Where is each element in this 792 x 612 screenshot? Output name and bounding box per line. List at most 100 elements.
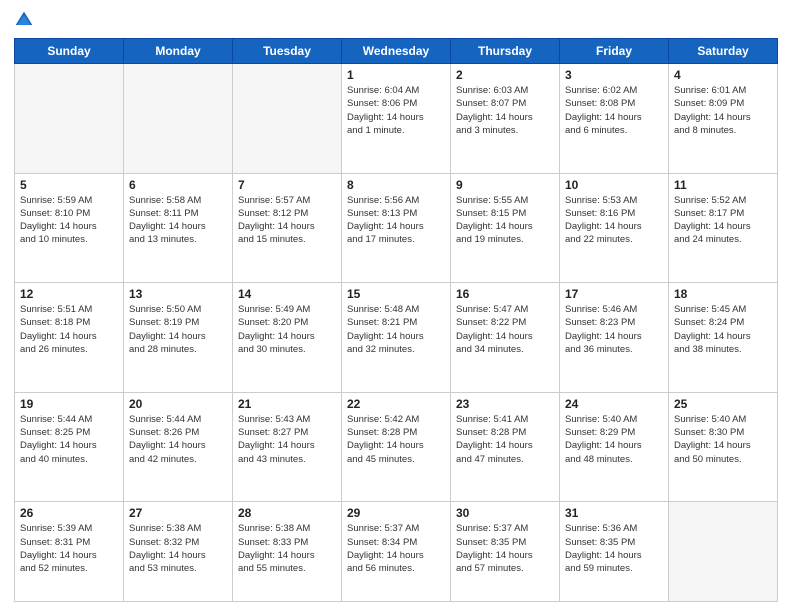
- calendar-cell: 26 Sunrise: 5:39 AMSunset: 8:31 PMDayligh…: [15, 502, 124, 602]
- day-info: Sunrise: 6:01 AMSunset: 8:09 PMDaylight:…: [674, 84, 772, 137]
- calendar-cell: [124, 64, 233, 174]
- day-info: Sunrise: 5:55 AMSunset: 8:15 PMDaylight:…: [456, 194, 554, 247]
- calendar-cell: 11 Sunrise: 5:52 AMSunset: 8:17 PMDayligh…: [669, 173, 778, 283]
- day-number: 11: [674, 178, 772, 192]
- day-number: 22: [347, 397, 445, 411]
- calendar-cell: 19 Sunrise: 5:44 AMSunset: 8:25 PMDayligh…: [15, 392, 124, 502]
- day-number: 21: [238, 397, 336, 411]
- day-info: Sunrise: 5:46 AMSunset: 8:23 PMDaylight:…: [565, 303, 663, 356]
- weekday-header-friday: Friday: [560, 39, 669, 64]
- calendar-cell: 28 Sunrise: 5:38 AMSunset: 8:33 PMDayligh…: [233, 502, 342, 602]
- week-row-3: 19 Sunrise: 5:44 AMSunset: 8:25 PMDayligh…: [15, 392, 778, 502]
- calendar-cell: 2Sunrise: 6:03 AMSunset: 8:07 PMDaylight…: [451, 64, 560, 174]
- day-info: Sunrise: 5:40 AMSunset: 8:29 PMDaylight:…: [565, 413, 663, 466]
- calendar-cell: 7 Sunrise: 5:57 AMSunset: 8:12 PMDaylight…: [233, 173, 342, 283]
- day-number: 18: [674, 287, 772, 301]
- week-row-4: 26 Sunrise: 5:39 AMSunset: 8:31 PMDayligh…: [15, 502, 778, 602]
- calendar-cell: 25 Sunrise: 5:40 AMSunset: 8:30 PMDayligh…: [669, 392, 778, 502]
- day-number: 2: [456, 68, 554, 82]
- header: [14, 10, 778, 30]
- weekday-header-monday: Monday: [124, 39, 233, 64]
- day-info: Sunrise: 5:40 AMSunset: 8:30 PMDaylight:…: [674, 413, 772, 466]
- day-info: Sunrise: 5:39 AMSunset: 8:31 PMDaylight:…: [20, 522, 118, 575]
- calendar-cell: [15, 64, 124, 174]
- day-number: 24: [565, 397, 663, 411]
- weekday-header-wednesday: Wednesday: [342, 39, 451, 64]
- day-info: Sunrise: 5:59 AMSunset: 8:10 PMDaylight:…: [20, 194, 118, 247]
- calendar-cell: 30 Sunrise: 5:37 AMSunset: 8:35 PMDayligh…: [451, 502, 560, 602]
- day-info: Sunrise: 5:53 AMSunset: 8:16 PMDaylight:…: [565, 194, 663, 247]
- day-number: 25: [674, 397, 772, 411]
- calendar-cell: 29 Sunrise: 5:37 AMSunset: 8:34 PMDayligh…: [342, 502, 451, 602]
- weekday-header-tuesday: Tuesday: [233, 39, 342, 64]
- day-info: Sunrise: 5:37 AMSunset: 8:35 PMDaylight:…: [456, 522, 554, 575]
- calendar-cell: [669, 502, 778, 602]
- calendar-cell: 23 Sunrise: 5:41 AMSunset: 8:28 PMDayligh…: [451, 392, 560, 502]
- calendar-cell: 21 Sunrise: 5:43 AMSunset: 8:27 PMDayligh…: [233, 392, 342, 502]
- calendar-cell: 15 Sunrise: 5:48 AMSunset: 8:21 PMDayligh…: [342, 283, 451, 393]
- calendar-cell: 10Sunrise: 5:53 AMSunset: 8:16 PMDayligh…: [560, 173, 669, 283]
- day-info: Sunrise: 5:49 AMSunset: 8:20 PMDaylight:…: [238, 303, 336, 356]
- day-info: Sunrise: 5:58 AMSunset: 8:11 PMDaylight:…: [129, 194, 227, 247]
- calendar-cell: 16 Sunrise: 5:47 AMSunset: 8:22 PMDayligh…: [451, 283, 560, 393]
- day-number: 6: [129, 178, 227, 192]
- calendar-table: SundayMondayTuesdayWednesdayThursdayFrid…: [14, 38, 778, 602]
- day-info: Sunrise: 5:47 AMSunset: 8:22 PMDaylight:…: [456, 303, 554, 356]
- logo: [14, 10, 38, 30]
- day-number: 19: [20, 397, 118, 411]
- day-number: 16: [456, 287, 554, 301]
- calendar-cell: 1 Sunrise: 6:04 AMSunset: 8:06 PMDaylight…: [342, 64, 451, 174]
- day-number: 1: [347, 68, 445, 82]
- day-number: 13: [129, 287, 227, 301]
- day-info: Sunrise: 5:50 AMSunset: 8:19 PMDaylight:…: [129, 303, 227, 356]
- calendar-cell: 18 Sunrise: 5:45 AMSunset: 8:24 PMDayligh…: [669, 283, 778, 393]
- day-number: 30: [456, 506, 554, 520]
- calendar-cell: 5 Sunrise: 5:59 AMSunset: 8:10 PMDaylight…: [15, 173, 124, 283]
- day-info: Sunrise: 5:51 AMSunset: 8:18 PMDaylight:…: [20, 303, 118, 356]
- weekday-header-row: SundayMondayTuesdayWednesdayThursdayFrid…: [15, 39, 778, 64]
- day-number: 15: [347, 287, 445, 301]
- day-info: Sunrise: 6:04 AMSunset: 8:06 PMDaylight:…: [347, 84, 445, 137]
- day-number: 7: [238, 178, 336, 192]
- day-number: 28: [238, 506, 336, 520]
- day-number: 26: [20, 506, 118, 520]
- day-info: Sunrise: 5:41 AMSunset: 8:28 PMDaylight:…: [456, 413, 554, 466]
- page: SundayMondayTuesdayWednesdayThursdayFrid…: [0, 0, 792, 612]
- weekday-header-thursday: Thursday: [451, 39, 560, 64]
- week-row-0: 1 Sunrise: 6:04 AMSunset: 8:06 PMDaylight…: [15, 64, 778, 174]
- day-info: Sunrise: 5:44 AMSunset: 8:26 PMDaylight:…: [129, 413, 227, 466]
- day-number: 17: [565, 287, 663, 301]
- day-number: 29: [347, 506, 445, 520]
- day-info: Sunrise: 6:02 AMSunset: 8:08 PMDaylight:…: [565, 84, 663, 137]
- day-number: 23: [456, 397, 554, 411]
- calendar-cell: 8 Sunrise: 5:56 AMSunset: 8:13 PMDaylight…: [342, 173, 451, 283]
- day-number: 8: [347, 178, 445, 192]
- day-info: Sunrise: 5:48 AMSunset: 8:21 PMDaylight:…: [347, 303, 445, 356]
- calendar-cell: 4Sunrise: 6:01 AMSunset: 8:09 PMDaylight…: [669, 64, 778, 174]
- day-info: Sunrise: 5:42 AMSunset: 8:28 PMDaylight:…: [347, 413, 445, 466]
- day-info: Sunrise: 5:37 AMSunset: 8:34 PMDaylight:…: [347, 522, 445, 575]
- day-info: Sunrise: 5:57 AMSunset: 8:12 PMDaylight:…: [238, 194, 336, 247]
- calendar-cell: 9Sunrise: 5:55 AMSunset: 8:15 PMDaylight…: [451, 173, 560, 283]
- calendar-cell: 13 Sunrise: 5:50 AMSunset: 8:19 PMDayligh…: [124, 283, 233, 393]
- day-number: 20: [129, 397, 227, 411]
- calendar-cell: 20 Sunrise: 5:44 AMSunset: 8:26 PMDayligh…: [124, 392, 233, 502]
- day-info: Sunrise: 5:36 AMSunset: 8:35 PMDaylight:…: [565, 522, 663, 575]
- calendar-cell: [233, 64, 342, 174]
- calendar-cell: 24 Sunrise: 5:40 AMSunset: 8:29 PMDayligh…: [560, 392, 669, 502]
- day-number: 3: [565, 68, 663, 82]
- day-number: 12: [20, 287, 118, 301]
- day-info: Sunrise: 5:45 AMSunset: 8:24 PMDaylight:…: [674, 303, 772, 356]
- day-info: Sunrise: 5:43 AMSunset: 8:27 PMDaylight:…: [238, 413, 336, 466]
- day-info: Sunrise: 5:44 AMSunset: 8:25 PMDaylight:…: [20, 413, 118, 466]
- day-info: Sunrise: 5:52 AMSunset: 8:17 PMDaylight:…: [674, 194, 772, 247]
- calendar-cell: 6 Sunrise: 5:58 AMSunset: 8:11 PMDaylight…: [124, 173, 233, 283]
- calendar-cell: 3 Sunrise: 6:02 AMSunset: 8:08 PMDaylight…: [560, 64, 669, 174]
- calendar-cell: 17 Sunrise: 5:46 AMSunset: 8:23 PMDayligh…: [560, 283, 669, 393]
- day-number: 14: [238, 287, 336, 301]
- day-number: 5: [20, 178, 118, 192]
- day-info: Sunrise: 5:56 AMSunset: 8:13 PMDaylight:…: [347, 194, 445, 247]
- week-row-2: 12 Sunrise: 5:51 AMSunset: 8:18 PMDayligh…: [15, 283, 778, 393]
- logo-icon: [14, 10, 34, 30]
- day-info: Sunrise: 5:38 AMSunset: 8:33 PMDaylight:…: [238, 522, 336, 575]
